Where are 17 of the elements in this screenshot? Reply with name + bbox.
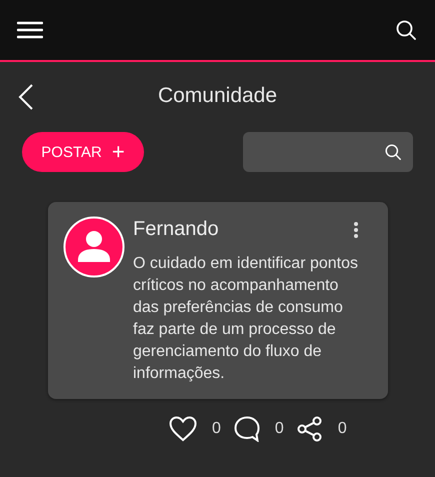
page-title: Comunidade <box>158 84 278 108</box>
count-label: 0 <box>338 420 347 438</box>
post-button[interactable]: POSTAR + <box>22 132 144 172</box>
author-name: Fernando <box>133 218 219 241</box>
post-text: O cuidado em identificar pontos críticos no acompanhamento das preferências de consumo faz parte de um processo de gerenciamento do fluxo de informações. <box>133 254 360 384</box>
speech-bubble-icon[interactable] <box>234 416 260 442</box>
count-label: 0 <box>212 420 221 438</box>
search-field[interactable] <box>243 132 413 172</box>
avatar-icon <box>63 216 125 278</box>
search-icon[interactable] <box>396 20 416 40</box>
more-options-icon[interactable] <box>353 220 359 238</box>
search-icon[interactable] <box>385 144 401 160</box>
heart-icon[interactable] <box>169 416 197 442</box>
menu-icon[interactable] <box>17 21 43 39</box>
count-label: 0 <box>274 420 284 438</box>
share-icon[interactable] <box>296 416 323 442</box>
back-icon[interactable] <box>18 84 34 110</box>
